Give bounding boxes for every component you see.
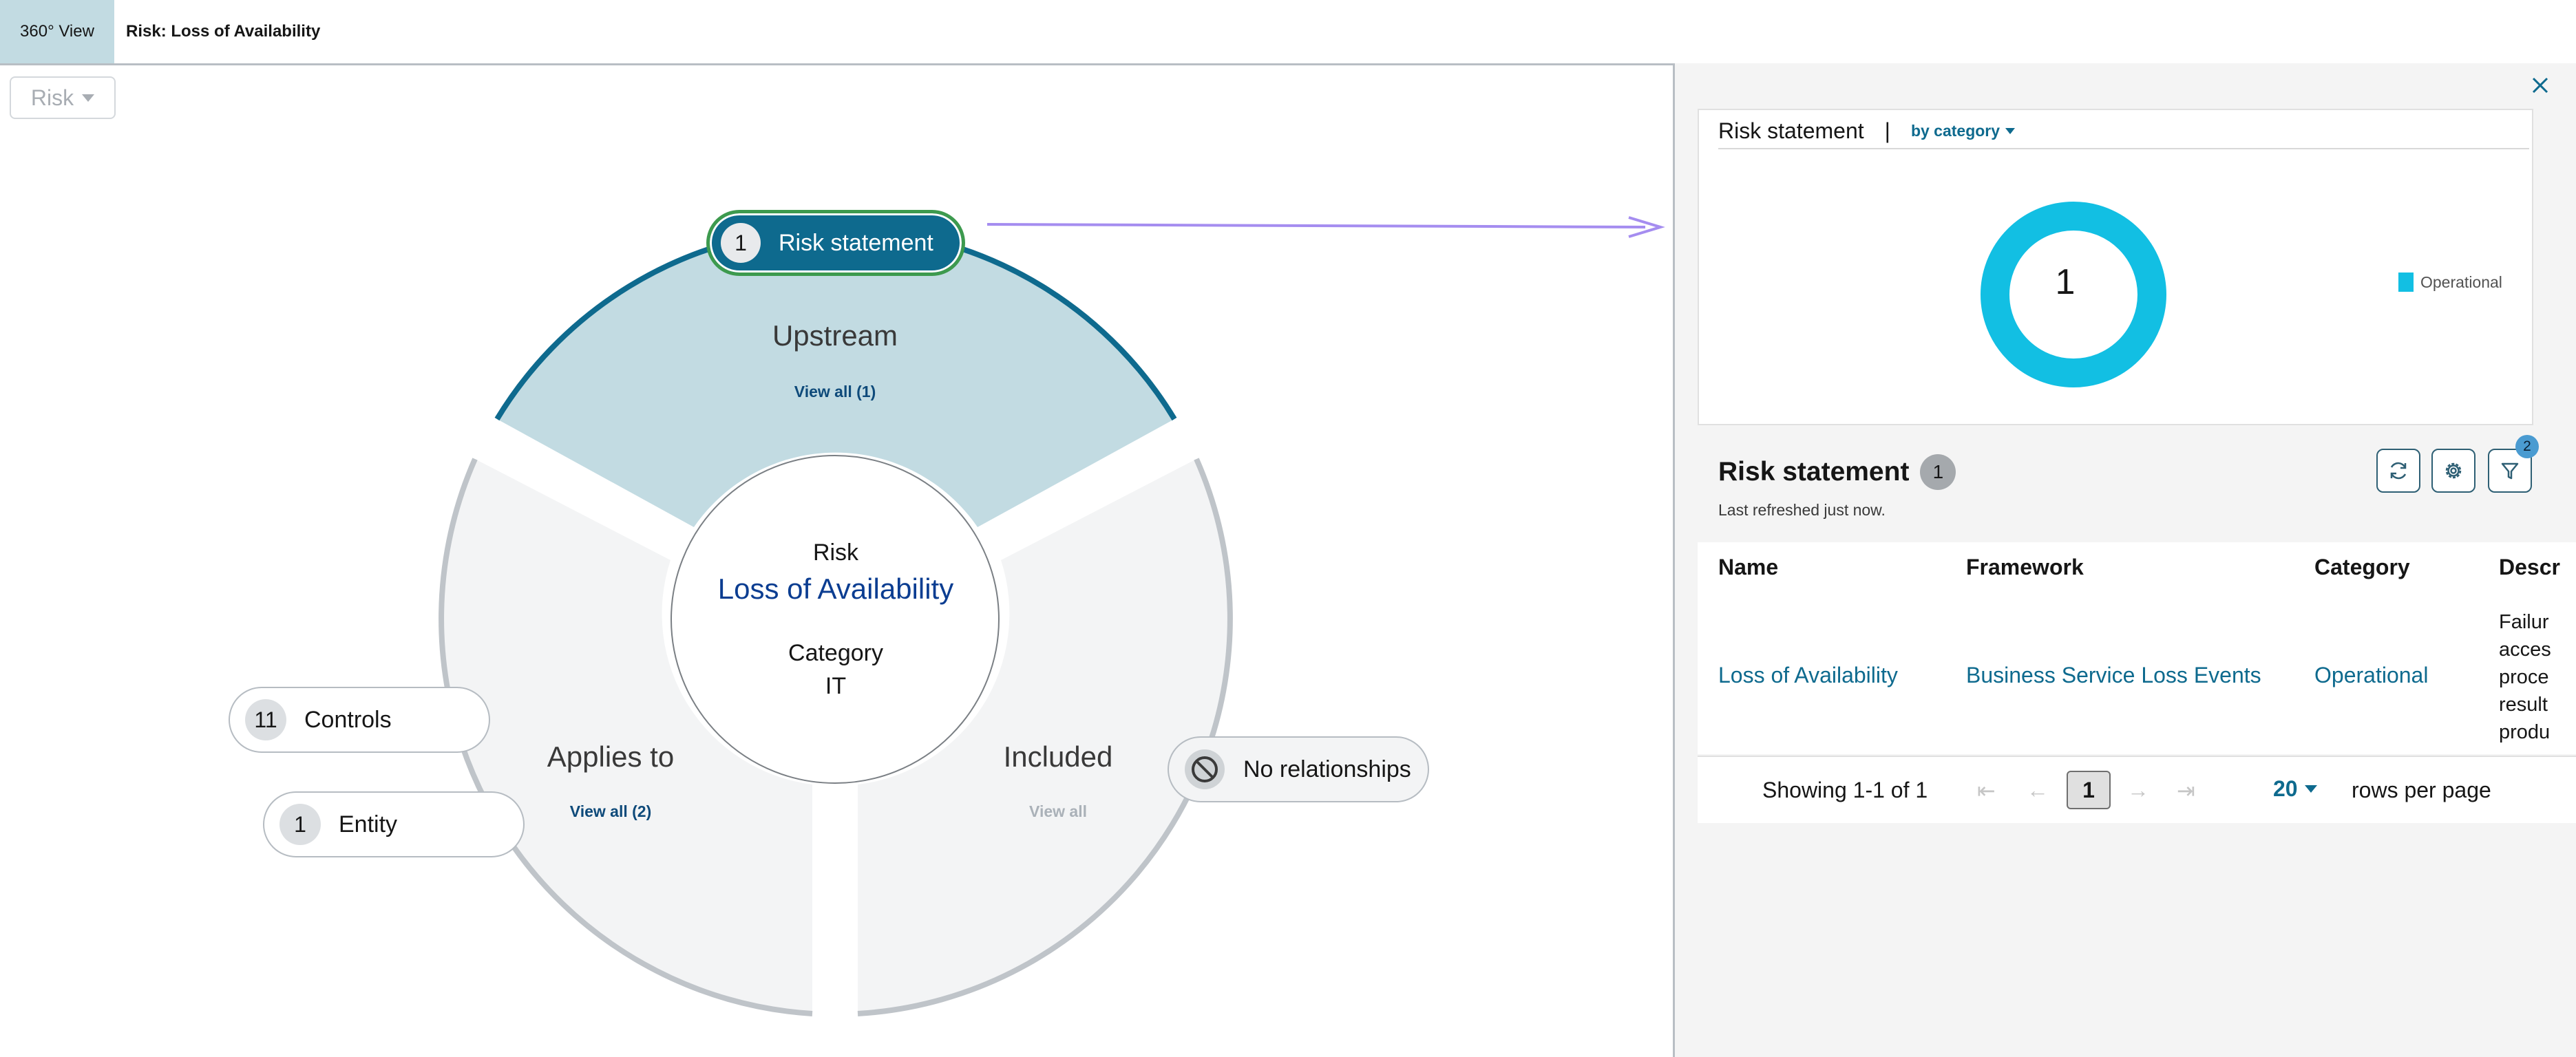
upstream-title: Upstream (772, 319, 898, 352)
risk-statement-label: Risk statement (779, 229, 933, 256)
refresh-icon (2390, 462, 2407, 480)
last-page-icon: ⇥ (2177, 778, 2195, 803)
risk-statement-table: Name Framework Category Descr Loss of Av… (1698, 542, 2576, 754)
chart-divider (1718, 148, 2529, 149)
table-title: Risk statement 1 (1718, 454, 1956, 490)
table-title-text: Risk statement (1718, 457, 1910, 487)
center-node[interactable] (671, 455, 1000, 784)
table-count-badge: 1 (1920, 454, 1956, 490)
refresh-button[interactable] (2376, 449, 2420, 493)
chart-title: Risk statement (1718, 118, 1864, 143)
first-page-icon: ⇤ (1977, 778, 1996, 803)
included-title: Included (1003, 740, 1113, 773)
gear-icon (2445, 462, 2462, 479)
applies-to-title: Applies to (547, 740, 675, 773)
filter-icon (2501, 462, 2519, 480)
chart-legend: Operational (2398, 273, 2502, 292)
relationship-diagram (439, 216, 1665, 1016)
filter-count-badge: 2 (2515, 435, 2539, 458)
column-header-description[interactable]: Descr (2499, 555, 2560, 580)
column-header-name[interactable]: Name (1718, 555, 1778, 580)
pagination-bar: Showing 1-1 of 1 ⇤ ← 1 → ⇥ 20 rows per p… (1698, 756, 2576, 823)
controls-node[interactable]: 11 Controls (229, 687, 490, 753)
cell-description: Failur acces proce result produ (2499, 611, 2551, 743)
column-header-framework[interactable]: Framework (1966, 555, 2084, 580)
close-icon[interactable] (2528, 73, 2553, 98)
cell-framework-link[interactable]: Business Service Loss Events (1966, 663, 2261, 688)
no-relationships-node: No relationships (1168, 736, 1429, 802)
legend-label-operational: Operational (2420, 273, 2502, 291)
risk-statement-count: 1 (721, 223, 761, 263)
applies-to-view-all-link[interactable]: View all (2) (507, 802, 714, 821)
cell-category-link[interactable]: Operational (2314, 663, 2428, 688)
rows-per-page-label: rows per page (2352, 778, 2491, 802)
donut-center-value: 1 (2055, 262, 2076, 302)
center-title[interactable]: Loss of Availability (671, 573, 1001, 606)
group-by-dropdown[interactable]: by category (1910, 121, 2016, 140)
entity-node[interactable]: 1 Entity (263, 791, 525, 857)
entity-label: Entity (339, 811, 398, 837)
rows-per-page-value: 20 (2273, 776, 2298, 801)
center-category-value: IT (825, 673, 847, 699)
arrow-line (986, 223, 1646, 228)
pagination-summary: Showing 1-1 of 1 (1762, 778, 1928, 802)
prev-page-icon: ← (2027, 778, 2049, 802)
next-page-icon: → (2127, 778, 2149, 802)
center-category-label: Category (788, 640, 883, 666)
last-refreshed-text: Last refreshed just now. (1718, 501, 1886, 519)
risk-statement-node[interactable]: 1 Risk statement (706, 210, 965, 276)
upstream-view-all-link[interactable]: View all (1) (732, 383, 938, 401)
controls-label: Controls (304, 706, 392, 733)
center-type-label: Risk (812, 540, 859, 566)
column-header-category[interactable]: Category (2314, 555, 2410, 580)
settings-button[interactable] (2431, 449, 2475, 493)
chart-header: Risk statement | by category (1718, 117, 2016, 145)
rows-per-page-dropdown[interactable]: 20 (2273, 776, 2317, 802)
chart-separator: | (1884, 118, 1890, 143)
included-view-all-link: View all (1029, 802, 1087, 820)
controls-count: 11 (245, 699, 286, 740)
caret-down-icon (2005, 127, 2016, 134)
group-by-value: by category (1910, 121, 2000, 140)
cell-name-link[interactable]: Loss of Availability (1718, 663, 1898, 688)
prohibited-icon (1185, 749, 1225, 789)
entity-count: 1 (279, 804, 321, 845)
legend-swatch-operational (2398, 273, 2414, 292)
caret-down-icon (2304, 785, 2317, 793)
no-relationships-label: No relationships (1243, 756, 1411, 782)
current-page-button[interactable]: 1 (2067, 771, 2111, 809)
